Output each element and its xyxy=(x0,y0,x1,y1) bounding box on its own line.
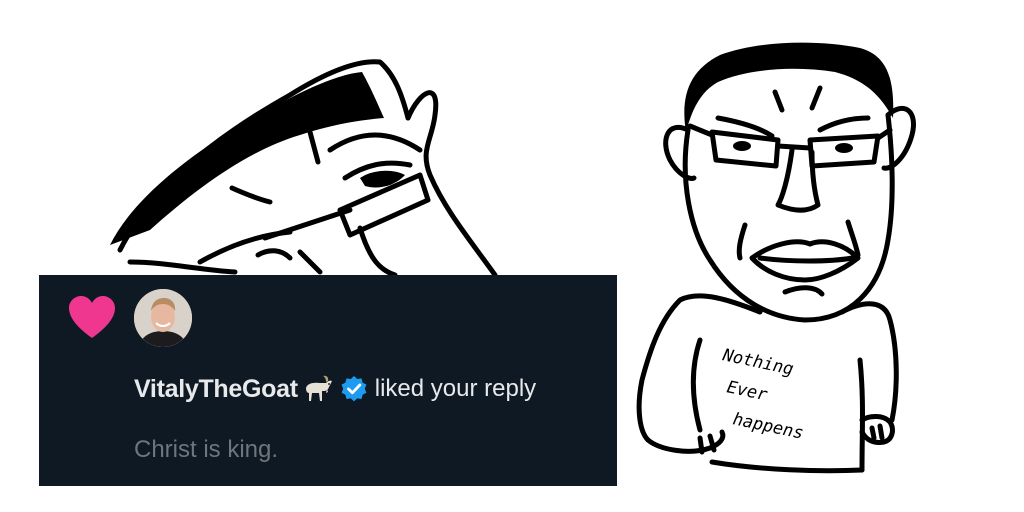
right-figure-eye-left xyxy=(733,141,751,151)
shirt-text-line-1: Nothing xyxy=(720,345,795,380)
goat-icon xyxy=(305,375,332,401)
notification-action-text: liked your reply xyxy=(374,375,537,402)
shirt-text-line-2: Ever xyxy=(725,377,770,405)
shirt-text-line-3: happens xyxy=(731,409,805,443)
user-avatar[interactable] xyxy=(134,289,192,347)
notification-line: VitalyTheGoat liked your reply xyxy=(134,372,536,406)
avatar-photo-icon xyxy=(134,289,192,347)
right-figure xyxy=(636,85,916,474)
right-figure-eye-right xyxy=(835,143,853,153)
verified-badge-icon xyxy=(341,376,367,402)
user-name[interactable]: VitalyTheGoat xyxy=(134,375,298,404)
reply-text[interactable]: Christ is king. xyxy=(134,436,278,464)
heart-icon xyxy=(69,296,115,338)
